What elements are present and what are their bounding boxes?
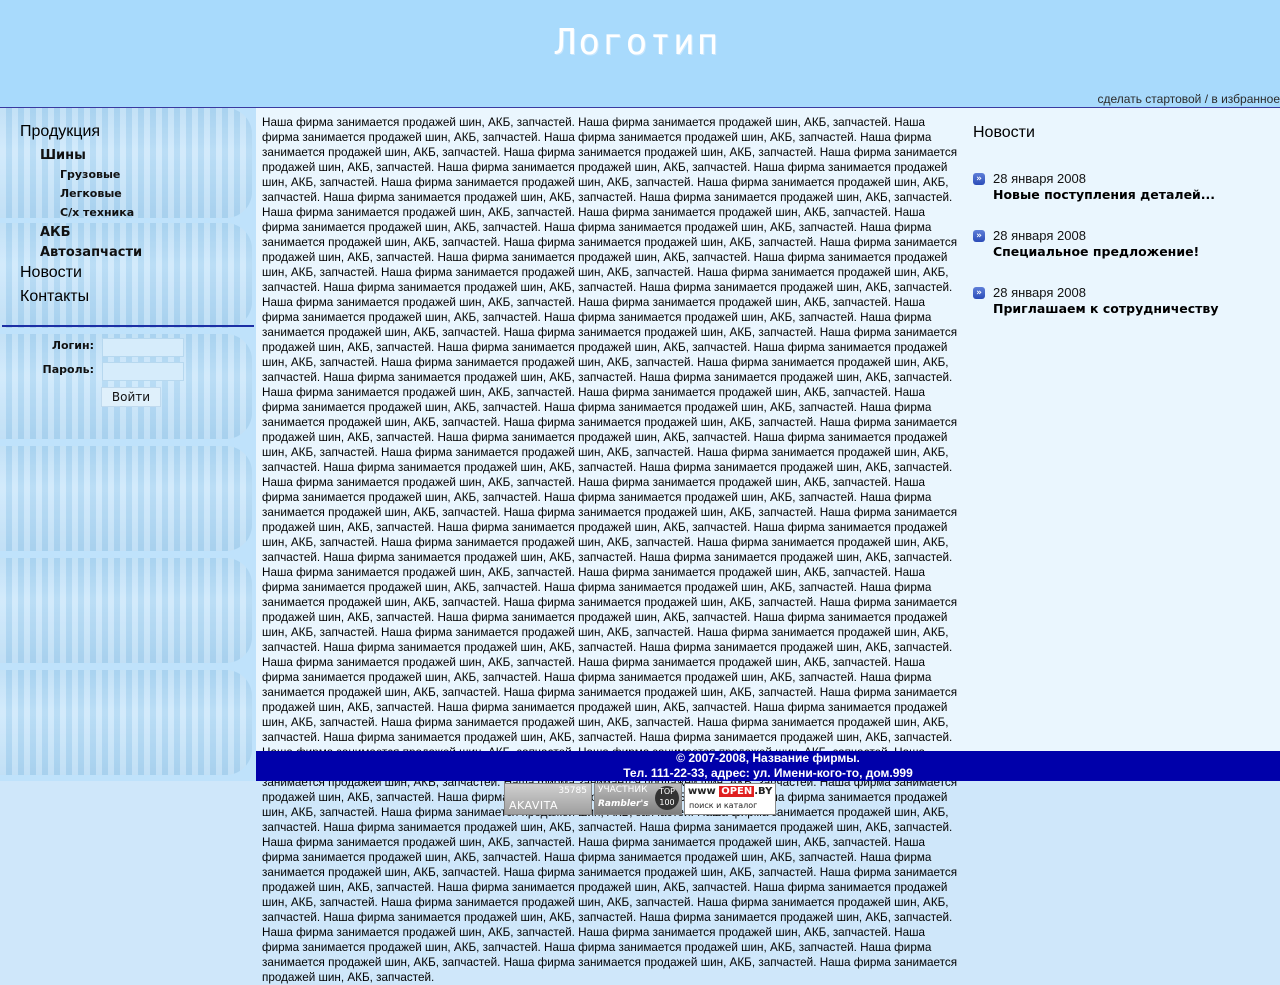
- news-date: 28 января 2008: [993, 228, 1086, 243]
- login-submit-button[interactable]: Войти: [101, 387, 161, 407]
- double-arrow-icon: »: [973, 287, 985, 299]
- menu-item-products[interactable]: Продукция: [20, 123, 100, 141]
- footer-copyright: © 2007-2008, Название фирмы.: [676, 751, 860, 765]
- news-link[interactable]: Новые поступления деталей...: [993, 187, 1215, 202]
- rambler-brand: Rambler's: [598, 799, 649, 809]
- header-links[interactable]: сделать стартовой / в избранное: [1098, 92, 1280, 106]
- menu-item-agri[interactable]: С/х техника: [60, 206, 134, 219]
- menu-item-trucks[interactable]: Грузовые: [60, 168, 120, 181]
- akavita-counter[interactable]: 35785 AKAVITA: [504, 783, 592, 815]
- menu-item-news[interactable]: Новости: [20, 264, 82, 282]
- menu-item-cars[interactable]: Легковые: [60, 187, 122, 200]
- rambler-top100-counter[interactable]: УЧАСТНИК Rambler's TOP 100: [594, 783, 682, 815]
- site-logo[interactable]: Логотип: [0, 22, 1275, 63]
- main-content: Наша фирма занимается продажей шин, АКБ,…: [256, 108, 1280, 984]
- sidebar: Продукция Шины Грузовые Легковые С/х тех…: [0, 108, 256, 781]
- openby-prefix: www: [688, 786, 716, 797]
- tire-background-decoration: [0, 558, 252, 663]
- password-field[interactable]: [102, 362, 184, 381]
- news-date: 28 января 2008: [993, 171, 1086, 186]
- login-field[interactable]: [102, 338, 184, 357]
- password-label: Пароль:: [42, 363, 94, 376]
- openby-tagline: поиск и каталог: [689, 801, 758, 810]
- tire-background-decoration: [0, 446, 252, 551]
- double-arrow-icon: »: [973, 230, 985, 242]
- double-arrow-icon: »: [973, 173, 985, 185]
- openby-brand: OPEN: [719, 786, 755, 797]
- akavita-count: 35785: [558, 786, 587, 796]
- menu-item-contacts[interactable]: Контакты: [20, 288, 89, 306]
- openby-logo: www OPEN .BY: [688, 786, 772, 797]
- openby-counter[interactable]: www OPEN .BY поиск и каталог: [684, 783, 776, 815]
- news-block: Новости » 28 января 2008 Новые поступлен…: [973, 124, 1273, 316]
- news-date: 28 января 2008: [993, 285, 1086, 300]
- rambler-badge: TOP 100: [655, 786, 679, 810]
- set-homepage-favorite-link[interactable]: сделать стартовой / в избранное: [1098, 92, 1280, 106]
- menu-item-autoparts[interactable]: Автозапчасти: [40, 245, 142, 260]
- menu-divider: [2, 325, 254, 327]
- footer: © 2007-2008, Название фирмы. Тел. 111-22…: [256, 751, 1280, 781]
- login-label: Логин:: [51, 339, 94, 352]
- footer-contacts: Тел. 111-22-33, адрес: ул. Имени-кого-то…: [623, 766, 913, 780]
- news-heading: Новости: [973, 124, 1035, 141]
- openby-suffix: .BY: [754, 786, 773, 797]
- header: Логотип сделать стартовой / в избранное: [0, 0, 1280, 108]
- body-text: Наша фирма занимается продажей шин, АКБ,…: [262, 116, 958, 984]
- news-link[interactable]: Приглашаем к сотрудничеству: [993, 301, 1218, 316]
- menu-item-akb[interactable]: АКБ: [40, 225, 71, 240]
- rambler-label: УЧАСТНИК: [598, 785, 648, 795]
- tire-background-decoration: [0, 670, 252, 775]
- akavita-name: AKAVITA: [509, 799, 559, 812]
- news-link[interactable]: Специальное предложение!: [993, 244, 1199, 259]
- sidebar-menu: Продукция Шины Грузовые Легковые С/х тех…: [0, 108, 256, 305]
- menu-item-tires[interactable]: Шины: [40, 148, 86, 163]
